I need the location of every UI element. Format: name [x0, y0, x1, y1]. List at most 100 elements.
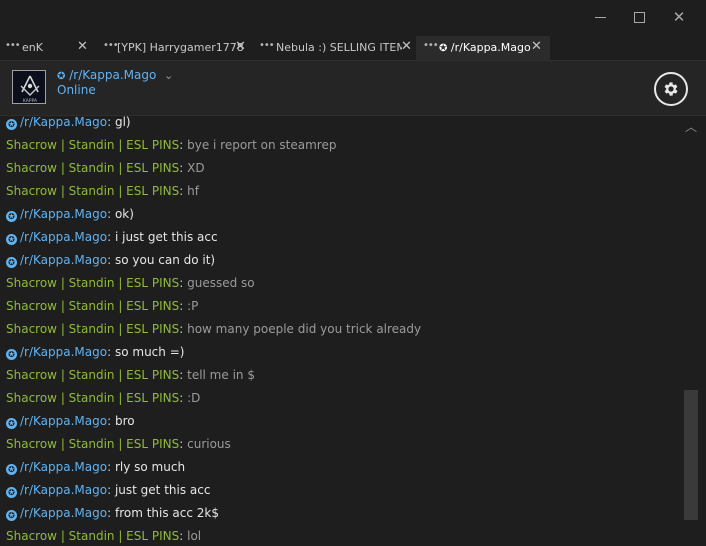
message-text: from this acc 2k$: [114, 506, 220, 520]
message-text: just get this acc: [114, 483, 211, 497]
message-text: :D: [187, 391, 201, 405]
persona-star-icon: ✪: [6, 211, 17, 222]
tab-menu-icon[interactable]: •••: [423, 40, 439, 51]
chat-message: Shacrow | Standin | ESL PINS: guessed so: [6, 275, 255, 298]
message-sender[interactable]: Shacrow | Standin | ESL PINS: [6, 391, 179, 405]
scroll-up-chevron-icon[interactable]: ︿: [684, 118, 698, 134]
message-separator: :: [179, 161, 188, 175]
chat-message: ✪/r/Kappa.Mago: just get this acc: [6, 482, 210, 505]
message-separator: :: [107, 506, 115, 520]
persona-name-dropdown[interactable]: ✪ /r/Kappa.Mago ⌄: [57, 68, 173, 82]
message-sender[interactable]: Shacrow | Standin | ESL PINS: [6, 322, 179, 336]
chat-message: Shacrow | Standin | ESL PINS: curious: [6, 436, 231, 459]
message-sender[interactable]: Shacrow | Standin | ESL PINS: [6, 138, 179, 152]
tab-nebula[interactable]: ••• Nebula :) SELLING ITEMS ✕: [253, 36, 415, 60]
message-text: lol: [187, 529, 202, 543]
message-separator: :: [107, 207, 115, 221]
chat-message: ✪/r/Kappa.Mago: rly so much: [6, 459, 185, 482]
chat-message: ✪/r/Kappa.Mago: ok): [6, 206, 134, 229]
maximize-button[interactable]: [627, 6, 651, 28]
message-text: how many poeple did you trick already: [187, 322, 422, 336]
persona-star-icon: ✪: [6, 349, 17, 360]
message-sender[interactable]: /r/Kappa.Mago: [20, 230, 107, 244]
persona-star-icon: ✪: [6, 234, 17, 245]
message-separator: :: [179, 368, 188, 382]
message-sender[interactable]: Shacrow | Standin | ESL PINS: [6, 161, 179, 175]
message-separator: :: [107, 116, 115, 129]
message-text: :P: [187, 299, 199, 313]
title-bar: ✕: [0, 0, 706, 36]
message-sender[interactable]: /r/Kappa.Mago: [20, 506, 107, 520]
message-sender[interactable]: /r/Kappa.Mago: [20, 253, 107, 267]
message-sender[interactable]: /r/Kappa.Mago: [20, 460, 107, 474]
minimize-icon: [594, 17, 606, 18]
message-text: bro: [114, 414, 135, 428]
close-icon: ✕: [672, 8, 686, 26]
tab-menu-icon[interactable]: •••: [5, 40, 21, 51]
message-separator: :: [107, 483, 115, 497]
chat-message: ✪/r/Kappa.Mago: i just get this acc: [6, 229, 218, 252]
chat-message: ✪/r/Kappa.Mago: so you can do it): [6, 252, 215, 275]
message-sender[interactable]: Shacrow | Standin | ESL PINS: [6, 529, 179, 543]
tab-close-icon[interactable]: ✕: [401, 39, 412, 54]
message-sender[interactable]: /r/Kappa.Mago: [20, 345, 107, 359]
message-sender[interactable]: /r/Kappa.Mago: [20, 116, 107, 129]
message-separator: :: [179, 529, 188, 543]
chat-message: Shacrow | Standin | ESL PINS: :D: [6, 390, 200, 413]
chat-message: Shacrow | Standin | ESL PINS: tell me in…: [6, 367, 255, 390]
tab-enk[interactable]: ••• enK ✕: [0, 36, 93, 60]
message-sender[interactable]: /r/Kappa.Mago: [20, 207, 107, 221]
close-window-button[interactable]: ✕: [667, 6, 691, 28]
message-separator: :: [107, 414, 115, 428]
tab-kappa-mago[interactable]: ••• ✪ /r/Kappa.Mago ✕: [416, 36, 550, 60]
message-separator: :: [107, 345, 115, 359]
chat-message: Shacrow | Standin | ESL PINS: hf: [6, 183, 199, 206]
chat-history[interactable]: ✪/r/Kappa.Mago: gl) Shacrow | Standin | E…: [0, 116, 706, 546]
persona-star-icon: ✪: [6, 257, 17, 268]
message-sender[interactable]: Shacrow | Standin | ESL PINS: [6, 437, 179, 451]
status-text: Online: [57, 83, 96, 97]
tab-menu-icon[interactable]: •••: [259, 40, 275, 51]
tab-label: enK: [22, 41, 43, 54]
message-separator: :: [107, 460, 115, 474]
scrollbar-thumb[interactable]: [684, 390, 698, 520]
avatar[interactable]: KAPPA: [12, 70, 46, 104]
tab-harrygamer1778[interactable]: ••• [YPK] Harrygamer1778 ✕: [93, 36, 253, 60]
message-sender[interactable]: Shacrow | Standin | ESL PINS: [6, 368, 179, 382]
chat-message: Shacrow | Standin | ESL PINS: how many p…: [6, 321, 421, 344]
chat-message: Shacrow | Standin | ESL PINS: lol: [6, 528, 201, 546]
avatar-caption: KAPPA: [23, 98, 38, 104]
chat-message: Shacrow | Standin | ESL PINS: :P: [6, 298, 198, 321]
tab-close-icon[interactable]: ✕: [235, 39, 246, 54]
minimize-button[interactable]: [588, 6, 612, 28]
message-text: i just get this acc: [114, 230, 218, 244]
message-separator: :: [107, 253, 115, 267]
message-separator: :: [179, 391, 188, 405]
chat-message: ✪/r/Kappa.Mago: from this acc 2k$: [6, 505, 219, 528]
message-text: ok): [114, 207, 134, 221]
message-text: bye i report on steamrep: [187, 138, 337, 152]
message-sender[interactable]: Shacrow | Standin | ESL PINS: [6, 184, 179, 198]
settings-button[interactable]: [654, 72, 688, 106]
masonic-logo-icon: KAPPA: [13, 71, 45, 104]
tab-label: /r/Kappa.Mago: [450, 41, 531, 54]
chat-message: ✪/r/Kappa.Mago: gl): [6, 116, 131, 137]
persona-star-icon: ✪: [439, 43, 448, 54]
message-text: so you can do it): [114, 253, 216, 267]
gear-icon: [664, 82, 678, 96]
message-text: hf: [187, 184, 199, 198]
tab-menu-icon[interactable]: •••: [103, 40, 119, 51]
message-sender[interactable]: Shacrow | Standin | ESL PINS: [6, 276, 179, 290]
message-sender[interactable]: /r/Kappa.Mago: [20, 483, 107, 497]
tab-close-icon[interactable]: ✕: [77, 39, 88, 54]
tab-label: Nebula :) SELLING ITEMS: [276, 41, 402, 54]
message-separator: :: [179, 322, 188, 336]
chevron-down-icon: ⌄: [164, 69, 174, 82]
message-separator: :: [107, 230, 115, 244]
message-sender[interactable]: Shacrow | Standin | ESL PINS: [6, 299, 179, 313]
tab-close-icon[interactable]: ✕: [531, 39, 542, 54]
persona-star-icon: ✪: [57, 71, 66, 82]
message-sender[interactable]: /r/Kappa.Mago: [20, 414, 107, 428]
persona-star-icon: ✪: [6, 464, 17, 475]
persona-star-icon: ✪: [6, 487, 17, 498]
